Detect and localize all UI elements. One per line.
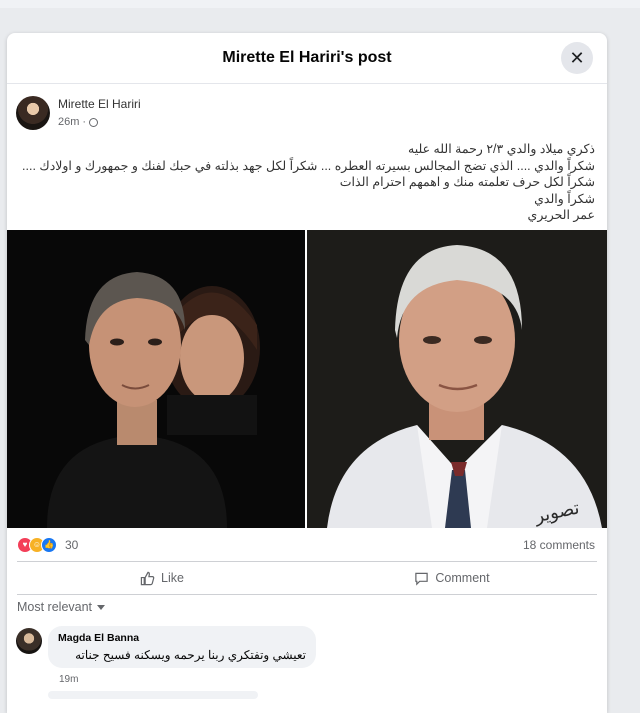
post-line: شكراً لكل حرف تعلمته منك و اهمهم احترام … <box>339 175 595 189</box>
close-icon: ✕ <box>569 47 585 68</box>
post-meta: 26m · <box>58 116 99 128</box>
post-line: عمر الحريري <box>527 208 595 222</box>
modal-title: Mirette El Hariri's post <box>222 49 392 66</box>
post-line: ذكري ميلاد والدي ٢/٣ رحمة الله عليه <box>408 142 595 156</box>
post-time[interactable]: 26m <box>58 116 79 128</box>
comments-count[interactable]: 18 comments <box>523 538 595 552</box>
comment-time[interactable]: 19m <box>59 674 78 685</box>
photo-couple-image <box>7 230 305 528</box>
like-icon: 👍 <box>41 537 57 553</box>
post-photos: تصوير <box>7 230 607 528</box>
comment-label: Comment <box>435 571 490 585</box>
close-button[interactable]: ✕ <box>561 42 593 74</box>
author-name[interactable]: Mirette El Hariri <box>58 97 141 111</box>
comment-icon <box>415 572 429 586</box>
next-comment-preview <box>48 691 258 699</box>
reaction-icons[interactable]: ♥ ☺ 👍 <box>17 537 57 553</box>
browser-top-strip <box>0 0 640 8</box>
globe-icon[interactable] <box>89 117 99 127</box>
comment-sort-dropdown[interactable]: Most relevant <box>17 600 106 614</box>
thumbs-up-icon <box>140 571 155 585</box>
comment-button[interactable]: Comment <box>307 562 597 594</box>
comment-bubble: Magda El Banna تعيشي وتفتكري ربنا يرحمه … <box>48 626 316 668</box>
post-line: شكراً والدي .... الذي تضج المجالس بسيرته… <box>22 158 595 173</box>
post-line: شكراً والدي <box>534 191 595 206</box>
like-button[interactable]: Like <box>17 562 307 594</box>
post-modal: Mirette El Hariri's post ✕ Mirette El Ha… <box>7 33 607 713</box>
caret-down-icon <box>97 604 106 610</box>
comment-item: Magda El Banna تعيشي وتفتكري ربنا يرحمه … <box>16 626 596 699</box>
post-actions: Like Comment <box>17 561 597 595</box>
sort-label: Most relevant <box>17 600 93 614</box>
photo-couple[interactable] <box>7 230 305 528</box>
reactions-bar: ♥ ☺ 👍 30 18 comments <box>7 528 607 558</box>
post-header: Mirette El Hariri 26m · <box>7 96 607 136</box>
photo-father-image: تصوير <box>307 230 607 528</box>
author-avatar[interactable] <box>16 96 50 130</box>
photo-father[interactable]: تصوير <box>307 230 607 528</box>
post-text: ذكري ميلاد والدي ٢/٣ رحمة الله عليه شكرا… <box>19 141 595 224</box>
comment-text: تعيشي وتفتكري ربنا يرحمه ويسكنه فسيح جنا… <box>75 648 306 662</box>
commenter-name[interactable]: Magda El Banna <box>58 632 139 644</box>
reactions-count[interactable]: 30 <box>65 538 78 552</box>
commenter-avatar[interactable] <box>16 628 42 654</box>
modal-header: Mirette El Hariri's post ✕ <box>7 33 607 84</box>
like-label: Like <box>161 571 184 585</box>
